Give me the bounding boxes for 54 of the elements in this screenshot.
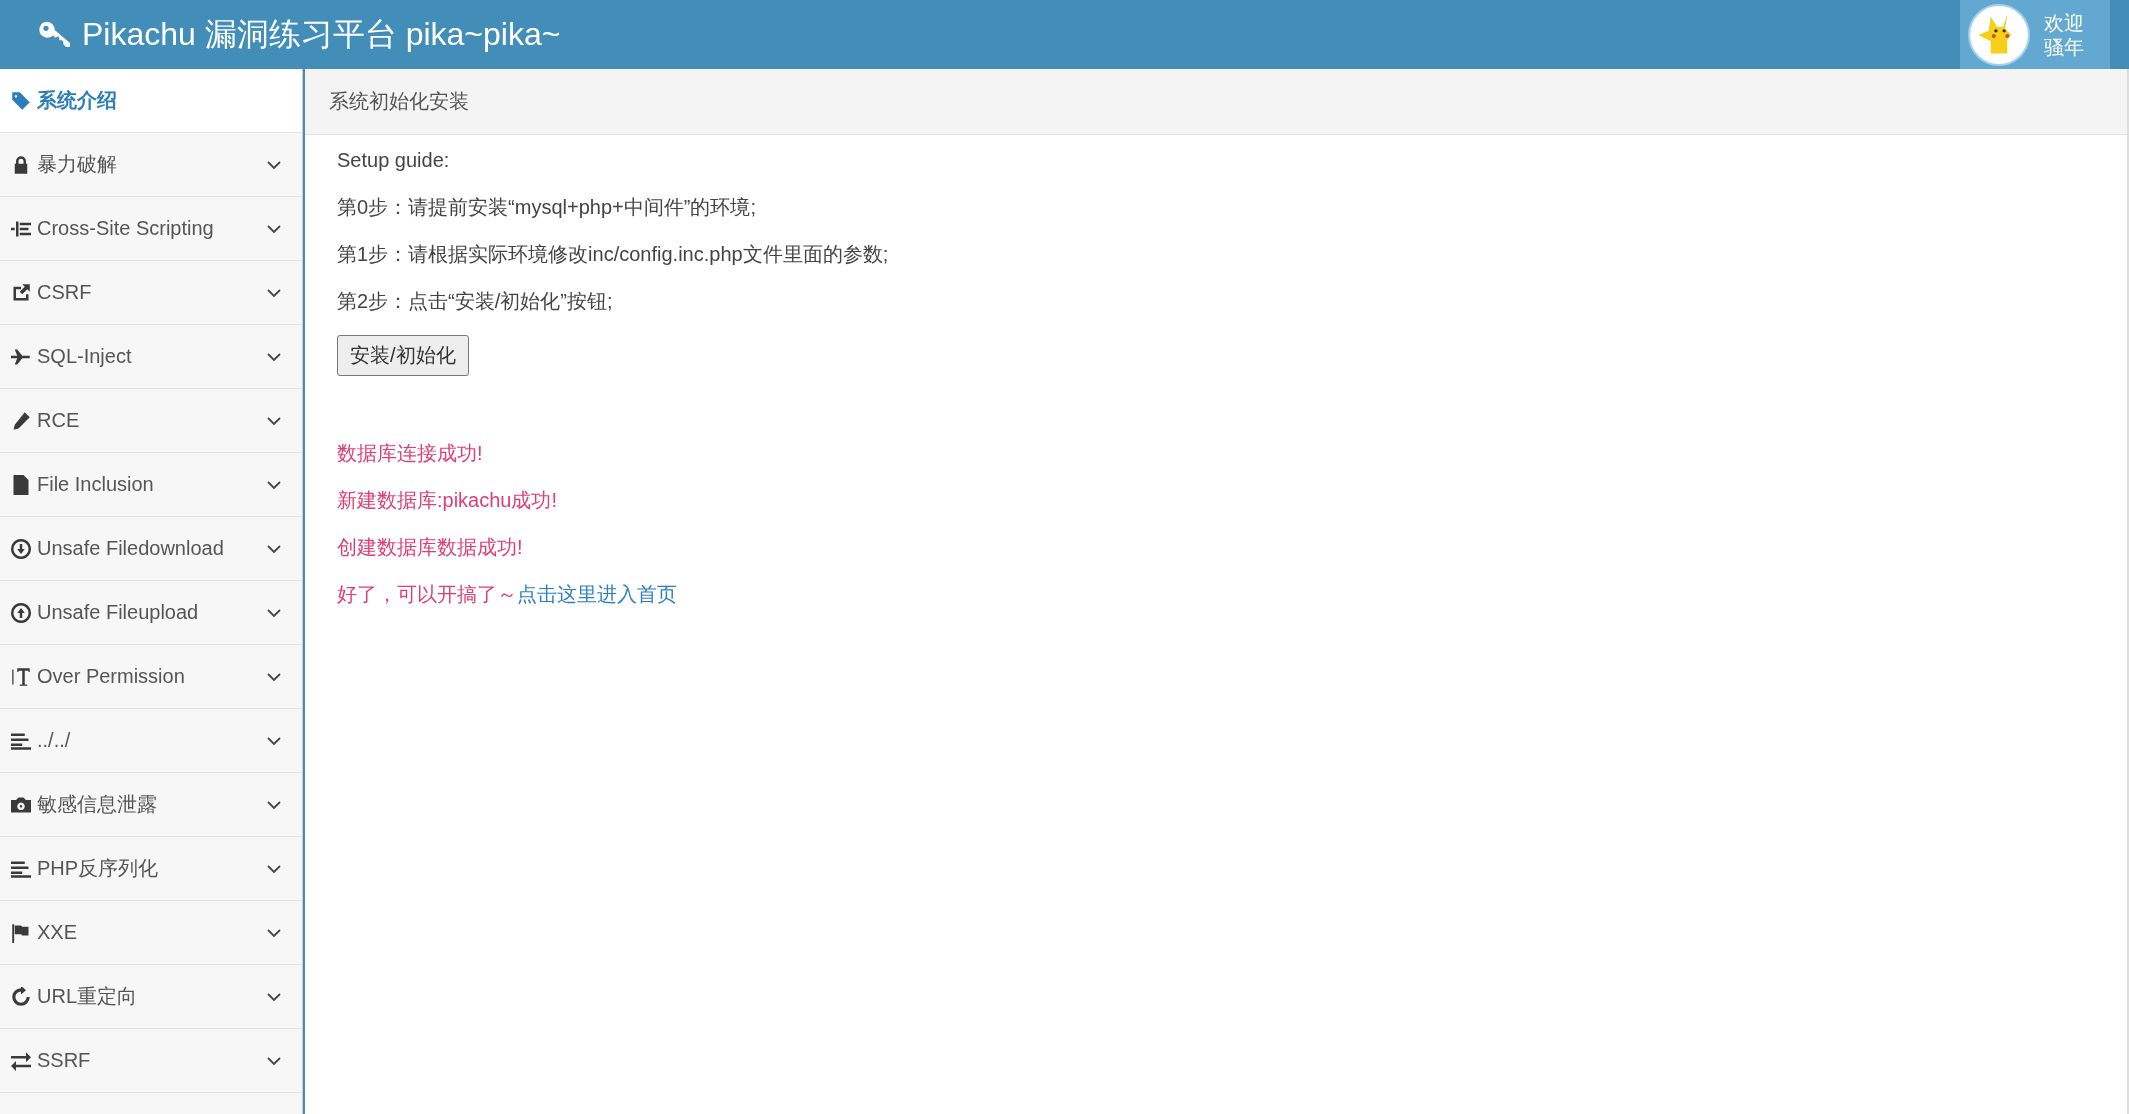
- guide-step: 第2步：点击“安装/初始化”按钮;: [337, 288, 2127, 314]
- chevron-down-icon: [266, 799, 282, 810]
- welcome-text: 欢迎: [2044, 10, 2084, 35]
- site-title[interactable]: Pikachu 漏洞练习平台 pika~pika~: [82, 12, 561, 57]
- guide-step: 第0步：请提前安装“mysql+php+中间件”的环境;: [337, 194, 2127, 220]
- chevron-down-icon: [266, 1055, 282, 1066]
- chevron-down-icon: [266, 543, 282, 554]
- file-icon: [11, 474, 31, 495]
- share-icon: [11, 282, 31, 303]
- sidebar-item[interactable]: SQL-Inject: [0, 325, 302, 389]
- sidebar-item[interactable]: CSRF: [0, 261, 302, 325]
- sidebar-item[interactable]: Over Permission: [0, 645, 302, 709]
- chevron-down-icon: [266, 671, 282, 682]
- chevron-down-icon: [266, 479, 282, 490]
- status-message: 新建数据库:pikachu成功!: [337, 488, 559, 513]
- chevron-down-icon: [266, 607, 282, 618]
- welcome-text: 骚年: [2044, 34, 2084, 59]
- chevron-down-icon: [266, 159, 282, 170]
- flag-icon: [11, 922, 31, 943]
- sidebar-item[interactable]: File Inclusion: [0, 453, 302, 517]
- home-link[interactable]: 点击这里进入首页: [517, 583, 677, 605]
- chevron-down-icon: [266, 927, 282, 938]
- sidebar-item[interactable]: 暴力破解: [0, 133, 302, 197]
- sidebar-item[interactable]: Unsafe Filedownload: [0, 517, 302, 581]
- pencil-icon: [11, 410, 31, 431]
- sidebar-item[interactable]: PHP反序列化: [0, 837, 302, 901]
- tag-icon: [11, 90, 31, 111]
- chevron-down-icon: [266, 415, 282, 426]
- exchange-icon: [11, 1050, 31, 1071]
- breadcrumb-text: 系统初始化安装: [329, 89, 469, 114]
- sidebar-item[interactable]: RCE: [0, 389, 302, 453]
- status-message: 好了，可以开搞了～点击这里进入首页: [337, 582, 678, 607]
- sidebar-item[interactable]: XXE: [0, 901, 302, 965]
- chevron-down-icon: [266, 735, 282, 746]
- sidebar-item[interactable]: 系统介绍: [0, 69, 302, 133]
- sidebar-item[interactable]: ../../: [0, 709, 302, 773]
- sidebar-item[interactable]: URL重定向: [0, 965, 302, 1029]
- sidebar-item[interactable]: Cross-Site Scripting: [0, 197, 302, 261]
- chevron-down-icon: [266, 351, 282, 362]
- avatar-drawing: [1968, 3, 2030, 66]
- refresh-icon: [11, 986, 31, 1007]
- guide-step: 第1步：请根据实际环境修改inc/config.inc.php文件里面的参数;: [337, 241, 2127, 267]
- install-button[interactable]: 安装/初始化: [337, 335, 469, 376]
- chevron-down-icon: [266, 223, 282, 234]
- sidebar-item[interactable]: Unsafe Fileupload: [0, 581, 302, 645]
- sidebar-item[interactable]: 敏感信息泄露: [0, 773, 302, 837]
- text-height-icon: [11, 666, 31, 687]
- status-message: 创建数据库数据成功!: [337, 535, 524, 560]
- status-message: 数据库连接成功!: [337, 441, 484, 466]
- chevron-down-icon: [266, 863, 282, 874]
- sidebar-item[interactable]: SSRF: [0, 1029, 302, 1093]
- guide-title: Setup guide:: [337, 148, 451, 173]
- chevron-down-icon: [266, 287, 282, 298]
- chevron-down-icon: [266, 991, 282, 1002]
